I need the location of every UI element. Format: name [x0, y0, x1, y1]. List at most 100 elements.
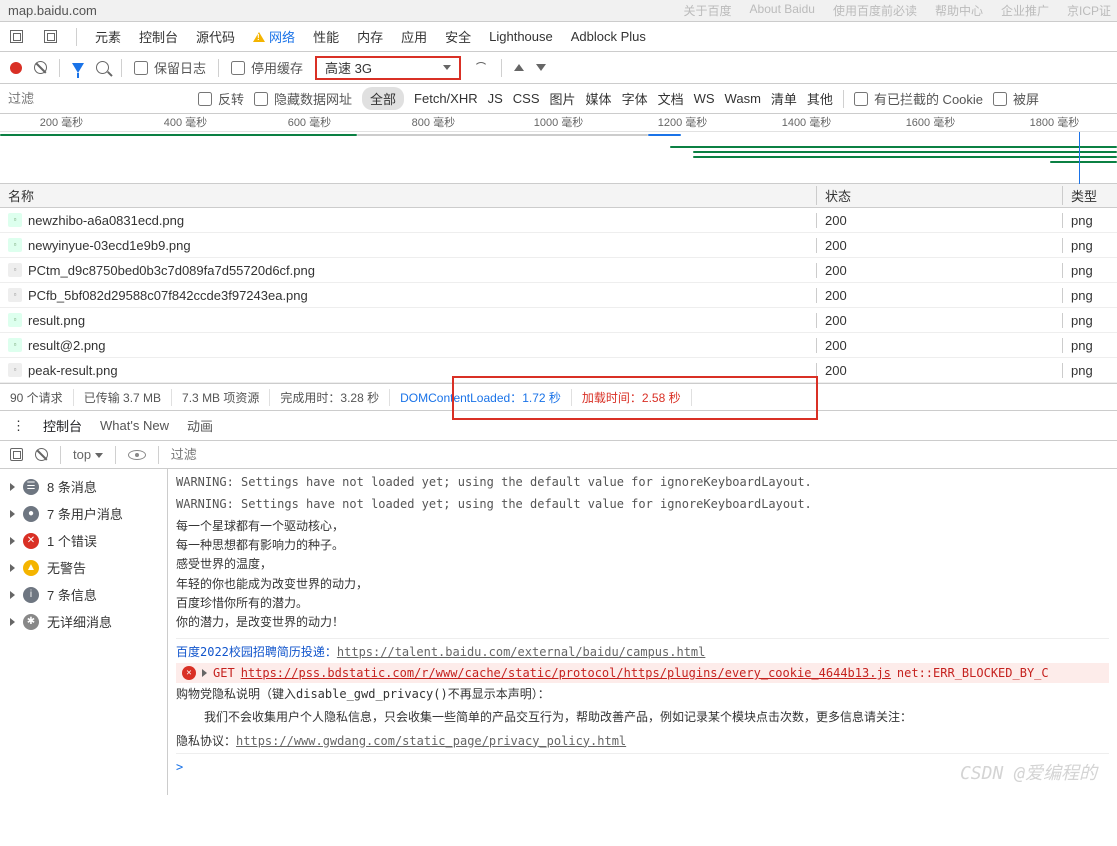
bg-link: 帮助中心	[935, 2, 983, 19]
tab-sources[interactable]: 源代码	[196, 27, 235, 46]
tab-adblock[interactable]: Adblock Plus	[571, 29, 646, 44]
request-type: png	[1063, 213, 1117, 228]
blocked-requests-checkbox[interactable]: 被屏	[993, 89, 1039, 108]
table-row[interactable]: ▫PCfb_5bf082d29588c07f842ccde3f97243ea.p…	[0, 283, 1117, 308]
sidebar-label: 1 个错误	[47, 531, 97, 550]
drawer-menu-icon[interactable]: ⋮	[12, 418, 25, 434]
sidebar-item[interactable]: ●7 条用户消息	[0, 500, 167, 527]
bg-link: 企业推广	[1001, 2, 1049, 19]
sidebar-item[interactable]: ☰8 条消息	[0, 473, 167, 500]
throttling-value: 高速 3G	[325, 58, 372, 77]
console-error: ✕ GET https://pss.bdstatic.com/r/www/cac…	[176, 663, 1109, 683]
request-table[interactable]: ▫newzhibo-a6a0831ecd.png200png▫newyinyue…	[0, 208, 1117, 383]
background-page-links: 关于百度 About Baidu 使用百度前必读 帮助中心 企业推广 京ICP证	[684, 2, 1111, 19]
table-row[interactable]: ▫result@2.png200png	[0, 333, 1117, 358]
blocked-cookies-checkbox[interactable]: 有已拦截的 Cookie	[854, 89, 983, 108]
table-row[interactable]: ▫PCtm_d9c8750bed0b3c7d089fa7d55720d6cf.p…	[0, 258, 1117, 283]
tab-lighthouse[interactable]: Lighthouse	[489, 29, 553, 44]
filter-media[interactable]: 媒体	[586, 89, 612, 108]
record-button[interactable]	[10, 62, 22, 74]
sidebar-toggle-icon[interactable]	[10, 448, 23, 461]
request-status: 200	[817, 213, 1063, 228]
sidebar-item[interactable]: ✱无详细消息	[0, 608, 167, 635]
col-header-type[interactable]: 类型	[1063, 186, 1117, 205]
throttling-dropdown[interactable]: 高速 3G	[315, 56, 461, 80]
filter-js[interactable]: JS	[488, 91, 503, 106]
hide-data-urls-checkbox[interactable]: 隐藏数据网址	[254, 89, 352, 108]
bg-link: About Baidu	[750, 2, 815, 19]
clear-button[interactable]	[34, 61, 47, 74]
expand-icon	[10, 564, 15, 572]
console-filter-input[interactable]	[171, 447, 351, 462]
request-type: png	[1063, 288, 1117, 303]
filter-input[interactable]	[8, 91, 188, 106]
file-type-icon: ▫	[8, 313, 22, 327]
error-url[interactable]: https://pss.bdstatic.com/r/www/cache/sta…	[241, 666, 891, 680]
inspect-icon[interactable]	[8, 29, 24, 45]
device-toggle-icon[interactable]	[42, 29, 58, 45]
sidebar-item[interactable]: i 7 条信息	[0, 581, 167, 608]
request-status: 200	[817, 288, 1063, 303]
sidebar-label: 7 条信息	[47, 585, 97, 604]
timeline[interactable]: 200 毫秒 400 毫秒 600 毫秒 800 毫秒 1000 毫秒 1200…	[0, 114, 1117, 184]
clear-console-icon[interactable]	[35, 448, 48, 461]
filter-xhr[interactable]: Fetch/XHR	[414, 91, 478, 106]
disable-cache-checkbox[interactable]: 停用缓存	[231, 58, 303, 77]
console-log: 购物党隐私说明（键入disable_gwd_privacy()不再显示本声明）：	[176, 683, 1109, 706]
filter-css[interactable]: CSS	[513, 91, 540, 106]
table-row[interactable]: ▫newyinyue-03ecd1e9b9.png200png	[0, 233, 1117, 258]
tab-console[interactable]: 控制台	[139, 27, 178, 46]
tab-security[interactable]: 安全	[445, 27, 471, 46]
tab-application[interactable]: 应用	[401, 27, 427, 46]
request-name: peak-result.png	[28, 363, 118, 378]
request-name: newyinyue-03ecd1e9b9.png	[28, 238, 191, 253]
tab-performance[interactable]: 性能	[313, 27, 339, 46]
col-header-name[interactable]: 名称	[0, 186, 817, 205]
table-row[interactable]: ▫peak-result.png200png	[0, 358, 1117, 383]
sidebar-label: 8 条消息	[47, 477, 97, 496]
tab-elements[interactable]: 元素	[95, 27, 121, 46]
upload-har-icon[interactable]	[514, 64, 524, 71]
table-row[interactable]: ▫newzhibo-a6a0831ecd.png200png	[0, 208, 1117, 233]
sidebar-item[interactable]: ✕1 个错误	[0, 527, 167, 554]
filter-font[interactable]: 字体	[622, 89, 648, 108]
console-prompt[interactable]: >	[176, 753, 1109, 780]
network-conditions-icon[interactable]	[473, 62, 489, 74]
expand-icon[interactable]	[202, 669, 207, 677]
col-header-status[interactable]: 状态	[817, 186, 1063, 205]
url-text: map.baidu.com	[8, 3, 97, 18]
console-log: 每一个星球都有一个驱动核心， 每一种思想都有影响力的种子。 感受世界的温度， 年…	[176, 515, 1109, 634]
context-selector[interactable]: top	[73, 447, 103, 462]
preserve-log-checkbox[interactable]: 保留日志	[134, 58, 206, 77]
recruit-link[interactable]: https://talent.baidu.com/external/baidu/…	[337, 645, 705, 659]
request-type: png	[1063, 313, 1117, 328]
drawer-tab-console[interactable]: 控制台	[43, 416, 82, 435]
drawer-tab-animations[interactable]: 动画	[187, 416, 213, 435]
download-har-icon[interactable]	[536, 64, 546, 71]
filter-bar: 反转 隐藏数据网址 全部 Fetch/XHR JS CSS 图片 媒体 字体 文…	[0, 84, 1117, 114]
filter-other[interactable]: 其他	[807, 89, 833, 108]
sidebar-item[interactable]: ▲无警告	[0, 554, 167, 581]
warning-icon	[253, 32, 265, 42]
filter-img[interactable]: 图片	[550, 89, 576, 108]
tab-memory[interactable]: 内存	[357, 27, 383, 46]
filter-toggle-icon[interactable]	[72, 63, 84, 73]
filter-ws[interactable]: WS	[694, 91, 715, 106]
filter-all[interactable]: 全部	[362, 87, 404, 110]
invert-checkbox[interactable]: 反转	[198, 89, 244, 108]
error-icon: ✕	[182, 666, 196, 680]
table-row[interactable]: ▫result.png200png	[0, 308, 1117, 333]
filter-doc[interactable]: 文档	[658, 89, 684, 108]
filter-manifest[interactable]: 清单	[771, 89, 797, 108]
filter-wasm[interactable]: Wasm	[725, 91, 761, 106]
live-expression-icon[interactable]	[128, 450, 146, 460]
info-icon: i	[23, 587, 39, 603]
request-name: newzhibo-a6a0831ecd.png	[28, 213, 184, 228]
drawer-tab-whatsnew[interactable]: What's New	[100, 418, 169, 433]
request-status: 200	[817, 338, 1063, 353]
expand-icon	[10, 591, 15, 599]
privacy-link[interactable]: https://www.gwdang.com/static_page/priva…	[236, 734, 626, 748]
search-icon[interactable]	[96, 61, 109, 74]
user-icon: ●	[23, 506, 39, 522]
tab-network[interactable]: 网络	[253, 27, 295, 46]
